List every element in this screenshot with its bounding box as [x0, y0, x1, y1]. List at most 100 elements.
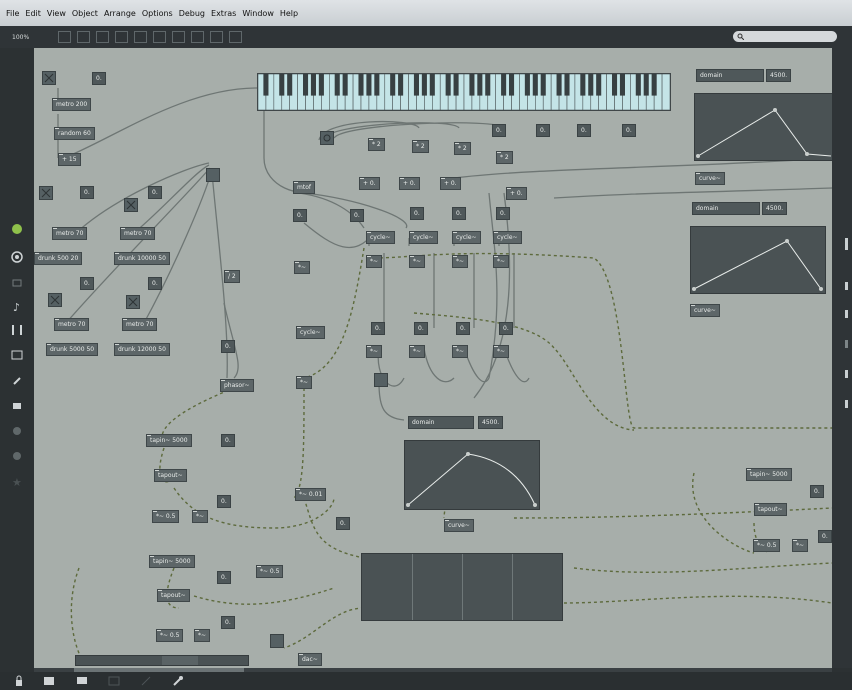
black-key[interactable]: [358, 74, 364, 96]
zoom-menu[interactable]: 100%: [12, 34, 52, 41]
number-box[interactable]: 0.: [217, 571, 231, 584]
drunk-object[interactable]: drunk 5000 50: [46, 343, 99, 356]
panel-icon[interactable]: [845, 282, 848, 290]
keyboard-slider[interactable]: [257, 73, 671, 111]
drunk-object[interactable]: drunk 500 20: [34, 252, 83, 265]
divide-object[interactable]: / 2: [224, 270, 240, 283]
phasor-object[interactable]: phasor~: [220, 379, 254, 392]
black-key[interactable]: [318, 74, 324, 96]
black-key[interactable]: [485, 74, 491, 96]
menu-options[interactable]: Options: [142, 9, 173, 18]
black-key[interactable]: [596, 74, 602, 96]
cube-icon[interactable]: [11, 223, 23, 235]
curve-object[interactable]: curve~: [444, 519, 474, 532]
settings-icon[interactable]: [11, 425, 23, 437]
drunk-object[interactable]: drunk 10000 50: [114, 252, 170, 265]
tapout-object[interactable]: tapout~: [157, 589, 190, 602]
multiply-signal-object[interactable]: *~: [493, 255, 510, 268]
number-box[interactable]: 0.: [414, 322, 428, 335]
multislider[interactable]: [361, 553, 563, 621]
menu-object[interactable]: Object: [72, 9, 98, 18]
grid-icon[interactable]: [108, 675, 120, 687]
number-box[interactable]: 0.: [622, 124, 636, 137]
black-key[interactable]: [477, 74, 483, 96]
number-box[interactable]: 0.: [456, 322, 470, 335]
black-key[interactable]: [342, 74, 348, 96]
plus-object[interactable]: + 0.: [506, 187, 527, 200]
black-key[interactable]: [612, 74, 618, 96]
lock-icon[interactable]: [14, 675, 24, 687]
multiply-object[interactable]: * 2: [412, 140, 429, 153]
number-box[interactable]: 0.: [492, 124, 506, 137]
number-box[interactable]: 0.: [371, 322, 385, 335]
multiply-signal-object[interactable]: *~: [192, 510, 209, 523]
black-key[interactable]: [390, 74, 396, 96]
cycle-object[interactable]: cycle~: [296, 326, 325, 339]
domain-number[interactable]: 4500.: [762, 202, 788, 215]
number-box[interactable]: 0.: [496, 207, 510, 220]
menu-view[interactable]: View: [47, 9, 66, 18]
multiply-signal-object[interactable]: *~: [452, 345, 469, 358]
menu-window[interactable]: Window: [242, 9, 274, 18]
toggle[interactable]: [42, 71, 56, 85]
toggle[interactable]: [374, 373, 388, 387]
menu-file[interactable]: File: [6, 9, 19, 18]
plus-object[interactable]: + 0.: [359, 177, 380, 190]
black-key[interactable]: [334, 74, 340, 96]
black-key[interactable]: [453, 74, 459, 96]
tapin-object[interactable]: tapin~ 5000: [149, 555, 195, 568]
number-box[interactable]: 0.: [293, 209, 307, 222]
menu-debug[interactable]: Debug: [179, 9, 205, 18]
plus-object[interactable]: + 15: [58, 153, 81, 166]
black-key[interactable]: [279, 74, 285, 96]
multiply-signal-object[interactable]: *~: [366, 255, 383, 268]
target-icon[interactable]: [11, 251, 23, 263]
black-key[interactable]: [310, 74, 316, 96]
multiply-signal-object[interactable]: *~: [792, 539, 809, 552]
domain-label[interactable]: domain: [408, 416, 474, 429]
multiply-signal-object[interactable]: *~: [409, 255, 426, 268]
number-box[interactable]: 0.: [577, 124, 591, 137]
number-box[interactable]: 0.: [452, 207, 466, 220]
black-key[interactable]: [580, 74, 586, 96]
wrench-icon[interactable]: [172, 675, 184, 687]
metro-object[interactable]: metro 200: [52, 98, 92, 111]
black-key[interactable]: [429, 74, 435, 96]
black-key[interactable]: [643, 74, 649, 96]
tapin-object[interactable]: tapin~ 5000: [746, 468, 792, 481]
number-box[interactable]: 0.: [499, 322, 513, 335]
image-icon[interactable]: [11, 349, 23, 361]
multiply-object[interactable]: * 2: [368, 138, 385, 151]
lock-icon[interactable]: [58, 31, 71, 43]
list-icon[interactable]: [11, 277, 23, 289]
black-key[interactable]: [445, 74, 451, 96]
function-envelope[interactable]: [694, 93, 832, 161]
number-box[interactable]: 0.: [221, 434, 235, 447]
black-key[interactable]: [421, 74, 427, 96]
menu-edit[interactable]: Edit: [25, 9, 41, 18]
multiply-signal-object[interactable]: *~ 0.5: [152, 510, 180, 523]
number-box[interactable]: 0.: [80, 277, 94, 290]
domain-label[interactable]: domain: [692, 202, 760, 215]
black-key[interactable]: [366, 74, 372, 96]
toggle[interactable]: [126, 295, 140, 309]
black-key[interactable]: [413, 74, 419, 96]
black-key[interactable]: [524, 74, 530, 96]
tapout-object[interactable]: tapout~: [154, 469, 187, 482]
patcher-canvas[interactable]: 0. metro 200 random 60 + 15 0. 0. metro …: [34, 48, 832, 668]
panel-icon[interactable]: [845, 310, 848, 318]
black-key[interactable]: [303, 74, 309, 96]
black-key[interactable]: [263, 74, 269, 96]
number-box[interactable]: 0.: [148, 186, 162, 199]
number-box[interactable]: 0.: [92, 72, 106, 85]
link-icon[interactable]: [140, 675, 152, 687]
tapin-object[interactable]: tapin~ 5000: [146, 434, 192, 447]
scroll-indicator[interactable]: [845, 238, 848, 250]
number-box[interactable]: 0.: [217, 495, 231, 508]
menu-arrange[interactable]: Arrange: [104, 9, 136, 18]
black-key[interactable]: [556, 74, 562, 96]
domain-number[interactable]: 4500.: [478, 416, 504, 429]
multiply-object[interactable]: * 2: [496, 151, 513, 164]
black-key[interactable]: [509, 74, 515, 96]
toggle[interactable]: [270, 634, 284, 648]
